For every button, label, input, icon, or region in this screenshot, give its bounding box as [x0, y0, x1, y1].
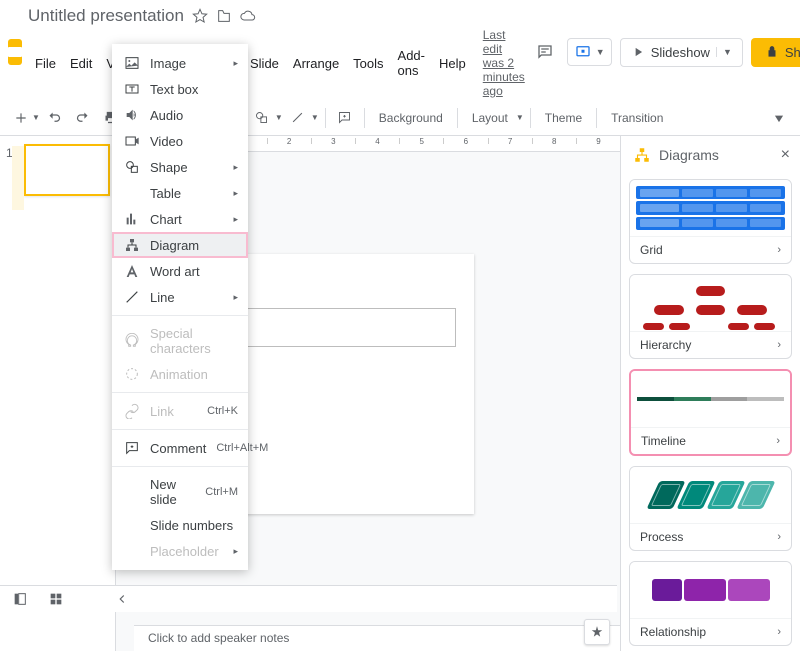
- background-button[interactable]: Background: [371, 107, 451, 129]
- chevron-right-icon: ›: [777, 339, 781, 351]
- chevron-right-icon: ›: [777, 626, 781, 638]
- filmstrip-view-icon[interactable]: [12, 591, 28, 607]
- lock-icon: [765, 45, 779, 59]
- menu-bar: File Edit View Insert Format Slide Arran…: [28, 28, 525, 98]
- share-button[interactable]: Share: [751, 38, 800, 67]
- menu-help[interactable]: Help: [432, 53, 473, 74]
- slide-thumbnail[interactable]: [24, 144, 110, 196]
- insert-new-slide[interactable]: New slideCtrl+M: [112, 472, 248, 512]
- theme-button[interactable]: Theme: [537, 107, 590, 129]
- undo-button[interactable]: [42, 105, 68, 131]
- new-slide-button[interactable]: [8, 105, 34, 131]
- insert-slide-numbers[interactable]: Slide numbers: [112, 512, 248, 538]
- image-icon: [124, 55, 140, 71]
- line-tool[interactable]: [285, 105, 311, 131]
- insert-wordart[interactable]: Word art: [112, 258, 248, 284]
- comment-tool[interactable]: [332, 105, 358, 131]
- chevron-left-icon[interactable]: [115, 592, 129, 606]
- menu-slide[interactable]: Slide: [243, 53, 286, 74]
- insert-special-chars[interactable]: Special characters: [112, 321, 248, 361]
- diagram-timeline[interactable]: Timeline ›: [629, 369, 792, 456]
- diagram-icon: [633, 146, 651, 164]
- video-icon: [124, 133, 140, 149]
- chevron-right-icon: ›: [777, 244, 781, 256]
- insert-audio[interactable]: Audio: [112, 102, 248, 128]
- shape-tool[interactable]: [249, 105, 275, 131]
- omega-icon: [124, 333, 140, 349]
- close-icon[interactable]: ×: [781, 146, 790, 164]
- insert-line[interactable]: Line▸: [112, 284, 248, 310]
- explore-button[interactable]: [584, 619, 610, 645]
- wordart-icon: [124, 263, 140, 279]
- insert-dropdown: Image▸ Text box Audio Video Shape▸ Table…: [112, 44, 248, 570]
- grid-view-icon[interactable]: [48, 591, 64, 607]
- insert-table[interactable]: Table▸: [112, 180, 248, 206]
- diagram-label: Timeline: [641, 434, 686, 448]
- filmstrip: 1: [0, 136, 116, 651]
- diagram-grid[interactable]: Grid ›: [629, 179, 792, 264]
- line-icon: [124, 289, 140, 305]
- speaker-notes[interactable]: Click to add speaker notes: [134, 625, 620, 651]
- slides-logo[interactable]: [8, 39, 22, 65]
- animation-icon: [124, 366, 140, 382]
- transition-button[interactable]: Transition: [603, 107, 671, 129]
- diagram-label: Grid: [640, 243, 663, 257]
- menu-edit[interactable]: Edit: [63, 53, 99, 74]
- speaker-notes-placeholder: Click to add speaker notes: [148, 631, 289, 645]
- insert-textbox[interactable]: Text box: [112, 76, 248, 102]
- diagram-relationship[interactable]: Relationship ›: [629, 561, 792, 646]
- chevron-right-icon: ›: [776, 435, 780, 447]
- slideshow-button[interactable]: Slideshow ▼: [620, 38, 743, 67]
- chevron-right-icon: ›: [777, 531, 781, 543]
- redo-button[interactable]: [70, 105, 96, 131]
- insert-comment[interactable]: CommentCtrl+Alt+M: [112, 435, 248, 461]
- diagram-hierarchy[interactable]: Hierarchy ›: [629, 274, 792, 359]
- link-icon: [124, 403, 140, 419]
- move-icon[interactable]: [216, 8, 232, 24]
- insert-shape[interactable]: Shape▸: [112, 154, 248, 180]
- diagram-label: Process: [640, 530, 683, 544]
- bottom-bar: [0, 585, 617, 612]
- diagram-label: Hierarchy: [640, 338, 691, 352]
- insert-animation[interactable]: Animation: [112, 361, 248, 387]
- insert-link[interactable]: LinkCtrl+K: [112, 398, 248, 424]
- comments-icon[interactable]: [531, 38, 559, 66]
- audio-icon: [124, 107, 140, 123]
- present-dropdown[interactable]: ▼: [567, 38, 612, 66]
- insert-image[interactable]: Image▸: [112, 50, 248, 76]
- insert-video[interactable]: Video: [112, 128, 248, 154]
- diagram-label: Relationship: [640, 625, 706, 639]
- shape-icon: [124, 159, 140, 175]
- collapse-toolbar-icon[interactable]: [766, 105, 792, 131]
- chart-icon: [124, 211, 140, 227]
- menu-addons[interactable]: Add-ons: [391, 45, 432, 81]
- share-label: Share: [785, 45, 800, 60]
- layout-button[interactable]: Layout: [464, 107, 516, 129]
- menu-tools[interactable]: Tools: [346, 53, 390, 74]
- slideshow-label: Slideshow: [651, 45, 710, 60]
- play-icon: [631, 45, 645, 59]
- insert-chart[interactable]: Chart▸: [112, 206, 248, 232]
- cloud-icon[interactable]: [240, 8, 256, 24]
- comment-icon: [124, 440, 140, 456]
- diagrams-panel: Diagrams × Grid › Hierarchy › Timeline › Pr…: [620, 136, 800, 651]
- panel-title: Diagrams: [659, 147, 773, 163]
- menu-arrange[interactable]: Arrange: [286, 53, 346, 74]
- insert-placeholder[interactable]: Placeholder▸: [112, 538, 248, 564]
- diagram-icon: [124, 237, 140, 253]
- textbox-icon: [124, 81, 140, 97]
- last-edit[interactable]: Last edit was 2 minutes ago: [483, 28, 525, 98]
- star-icon[interactable]: [192, 8, 208, 24]
- diagram-process[interactable]: Process ›: [629, 466, 792, 551]
- menu-file[interactable]: File: [28, 53, 63, 74]
- doc-title[interactable]: Untitled presentation: [28, 6, 184, 26]
- insert-diagram[interactable]: Diagram: [112, 232, 248, 258]
